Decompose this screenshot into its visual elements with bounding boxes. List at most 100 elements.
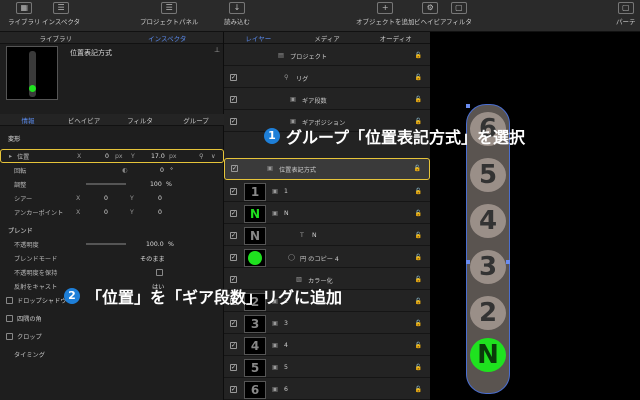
lock-icon[interactable]: 🔓 <box>415 342 422 349</box>
chevron-down-icon[interactable]: ∨ <box>211 153 216 160</box>
partial-button[interactable]: ▢ パーテ <box>616 2 636 26</box>
layer-visibility-checkbox[interactable]: ✓ <box>230 320 237 327</box>
layer-row[interactable]: ✓ 3 ▣ 3 🔓 <box>224 314 430 334</box>
tab-filter[interactable]: フィルタ <box>112 115 168 125</box>
layer-visibility-checkbox[interactable]: ✓ <box>230 386 237 393</box>
layer-visibility-checkbox[interactable]: ✓ <box>230 96 237 103</box>
lock-icon[interactable]: 🔓 <box>415 386 422 393</box>
project-panel-button[interactable]: ☰ プロジェクトパネル <box>140 2 199 26</box>
rotation-label: 回転 <box>14 167 27 175</box>
lock-icon[interactable]: 🔓 <box>415 298 422 305</box>
layer-visibility-checkbox[interactable]: ✓ <box>230 118 237 125</box>
layer-name: 6 <box>284 386 288 393</box>
tab-inspector[interactable]: インスペクタ <box>112 33 224 43</box>
lock-icon[interactable]: 🔓 <box>415 188 422 195</box>
green-circle <box>248 251 262 265</box>
layer-row[interactable]: ✓ ▣ ギア段数 🔓 <box>224 90 430 110</box>
layer-row[interactable]: ✓ ⚲ リグ 🔓 <box>224 68 430 88</box>
import-button[interactable]: ↓ 読み込む <box>224 2 250 26</box>
layer-row[interactable]: ✓ 5 ▣ 5 🔓 <box>224 358 430 378</box>
position-row[interactable]: ▸ 位置 X 0 px Y 17.0 px ⚲ ∨ <box>0 149 224 163</box>
rig-icon[interactable]: ⚲ <box>199 153 204 160</box>
layer-name: リグ <box>296 76 309 83</box>
lock-icon[interactable]: 🔓 <box>415 74 422 81</box>
tab-layers[interactable]: レイヤー <box>224 33 293 43</box>
drop-shadow-label: ドロップシャドウ <box>17 297 67 305</box>
position-x[interactable]: 0 <box>105 153 109 160</box>
tab-audio[interactable]: オーディオ <box>361 33 430 43</box>
layer-row[interactable]: ▤ プロジェクト 🔓 <box>224 46 430 66</box>
lock-icon[interactable]: 🔓 <box>415 364 422 371</box>
gear-digit: 4 <box>470 204 506 238</box>
gear-digit: 5 <box>470 158 506 192</box>
layer-row[interactable]: ✓ N T N 🔓 <box>224 226 430 246</box>
tab-library[interactable]: ライブラリ <box>0 33 112 43</box>
layer-visibility-checkbox[interactable]: ✓ <box>230 254 237 261</box>
lock-icon[interactable]: 🔓 <box>414 165 421 172</box>
add-icon: + <box>377 2 394 14</box>
layer-visibility-checkbox[interactable]: ✓ <box>230 342 237 349</box>
selection-handle[interactable] <box>506 260 510 264</box>
rotation-dial-icon[interactable]: ◐ <box>122 167 127 174</box>
layer-row[interactable]: ✓ 6 ▣ 6 🔓 <box>224 380 430 400</box>
layer-visibility-checkbox[interactable]: ✓ <box>230 364 237 371</box>
tab-media[interactable]: メディア <box>293 33 362 43</box>
layer-thumbnail: 6 <box>244 381 266 399</box>
add-object-button[interactable]: + オブジェクトを追加 <box>356 2 415 26</box>
layer-name: ギア段数 <box>302 98 327 105</box>
gear-digit: 3 <box>470 250 506 284</box>
layer-row[interactable]: ✓ ◯ 円 のコピー 4 🔓 <box>224 248 430 268</box>
opacity-slider[interactable] <box>86 243 126 245</box>
anchor-label: アンカーポイント <box>14 209 64 217</box>
canvas[interactable] <box>430 32 640 400</box>
filter-button[interactable]: ▢ フィルタ <box>446 2 472 26</box>
behavior-button[interactable]: ⚙ ビヘイビア <box>414 2 447 26</box>
position-y[interactable]: 17.0 <box>151 153 165 160</box>
inspector-sub-tabs: 情報 ビヘイビア フィルタ グループ <box>0 114 224 126</box>
layer-row[interactable]: ✓ 4 ▣ 4 🔓 <box>224 336 430 356</box>
layer-type-icon: T <box>300 232 304 239</box>
lock-icon[interactable]: 🔓 <box>415 254 422 261</box>
lock-icon[interactable]: 🔓 <box>415 52 422 59</box>
keep-opacity-checkbox[interactable] <box>156 268 163 276</box>
disclosure-icon[interactable]: ▸ <box>9 153 12 160</box>
layer-row[interactable]: ✓ 1 ▣ 1 🔓 <box>224 182 430 202</box>
lock-icon[interactable]: 🔓 <box>415 320 422 327</box>
lock-icon[interactable]: 🔓 <box>415 210 422 217</box>
tab-behavior[interactable]: ビヘイビア <box>56 115 112 125</box>
layer-visibility-checkbox[interactable]: ✓ <box>230 188 237 195</box>
layer-thumbnail <box>244 249 266 267</box>
lock-icon[interactable]: 🔓 <box>415 232 422 239</box>
layer-thumbnail: 5 <box>244 359 266 377</box>
library-icon: ▦ <box>16 2 33 14</box>
layer-type-icon: ◯ <box>288 254 295 261</box>
blend-mode-select[interactable]: そのまま <box>140 254 165 263</box>
scale-slider[interactable] <box>86 183 126 185</box>
behavior-icon: ⚙ <box>422 2 439 14</box>
corners-checkbox[interactable] <box>6 314 13 322</box>
layer-visibility-checkbox[interactable]: ✓ <box>230 232 237 239</box>
shear-label: シアー <box>14 195 33 203</box>
project-panel-icon: ☰ <box>161 2 178 14</box>
layer-row[interactable]: ✓ N ▣ N 🔓 <box>224 204 430 224</box>
pin-icon[interactable]: ⊥ <box>214 46 220 54</box>
inspector-button[interactable]: ☰ インスペクタ <box>42 2 80 26</box>
selection-handle[interactable] <box>466 260 470 264</box>
layer-visibility-checkbox[interactable]: ✓ <box>230 210 237 217</box>
crop-checkbox[interactable] <box>6 332 13 340</box>
layer-row[interactable]: ✓ ▣ 位置表記方式 🔓 <box>224 158 430 180</box>
tab-info[interactable]: 情報 <box>0 115 56 125</box>
lock-icon[interactable]: 🔓 <box>415 96 422 103</box>
tab-group[interactable]: グループ <box>168 115 224 125</box>
layer-visibility-checkbox[interactable]: ✓ <box>231 165 238 172</box>
lock-icon[interactable]: 🔓 <box>415 276 422 283</box>
drop-shadow-checkbox[interactable] <box>6 296 13 304</box>
annotation-number-2: 2 <box>64 288 80 304</box>
layer-visibility-checkbox[interactable]: ✓ <box>230 276 237 283</box>
library-button[interactable]: ▦ ライブラリ <box>8 2 41 26</box>
layer-type-icon: ▤ <box>278 52 284 59</box>
layer-visibility-checkbox[interactable]: ✓ <box>230 74 237 81</box>
toolbar: ▦ ライブラリ ☰ インスペクタ ☰ プロジェクトパネル ↓ 読み込む + オブジェクトを… <box>0 0 640 32</box>
selection-handle[interactable] <box>466 104 470 108</box>
layer-name: 1 <box>284 188 288 195</box>
